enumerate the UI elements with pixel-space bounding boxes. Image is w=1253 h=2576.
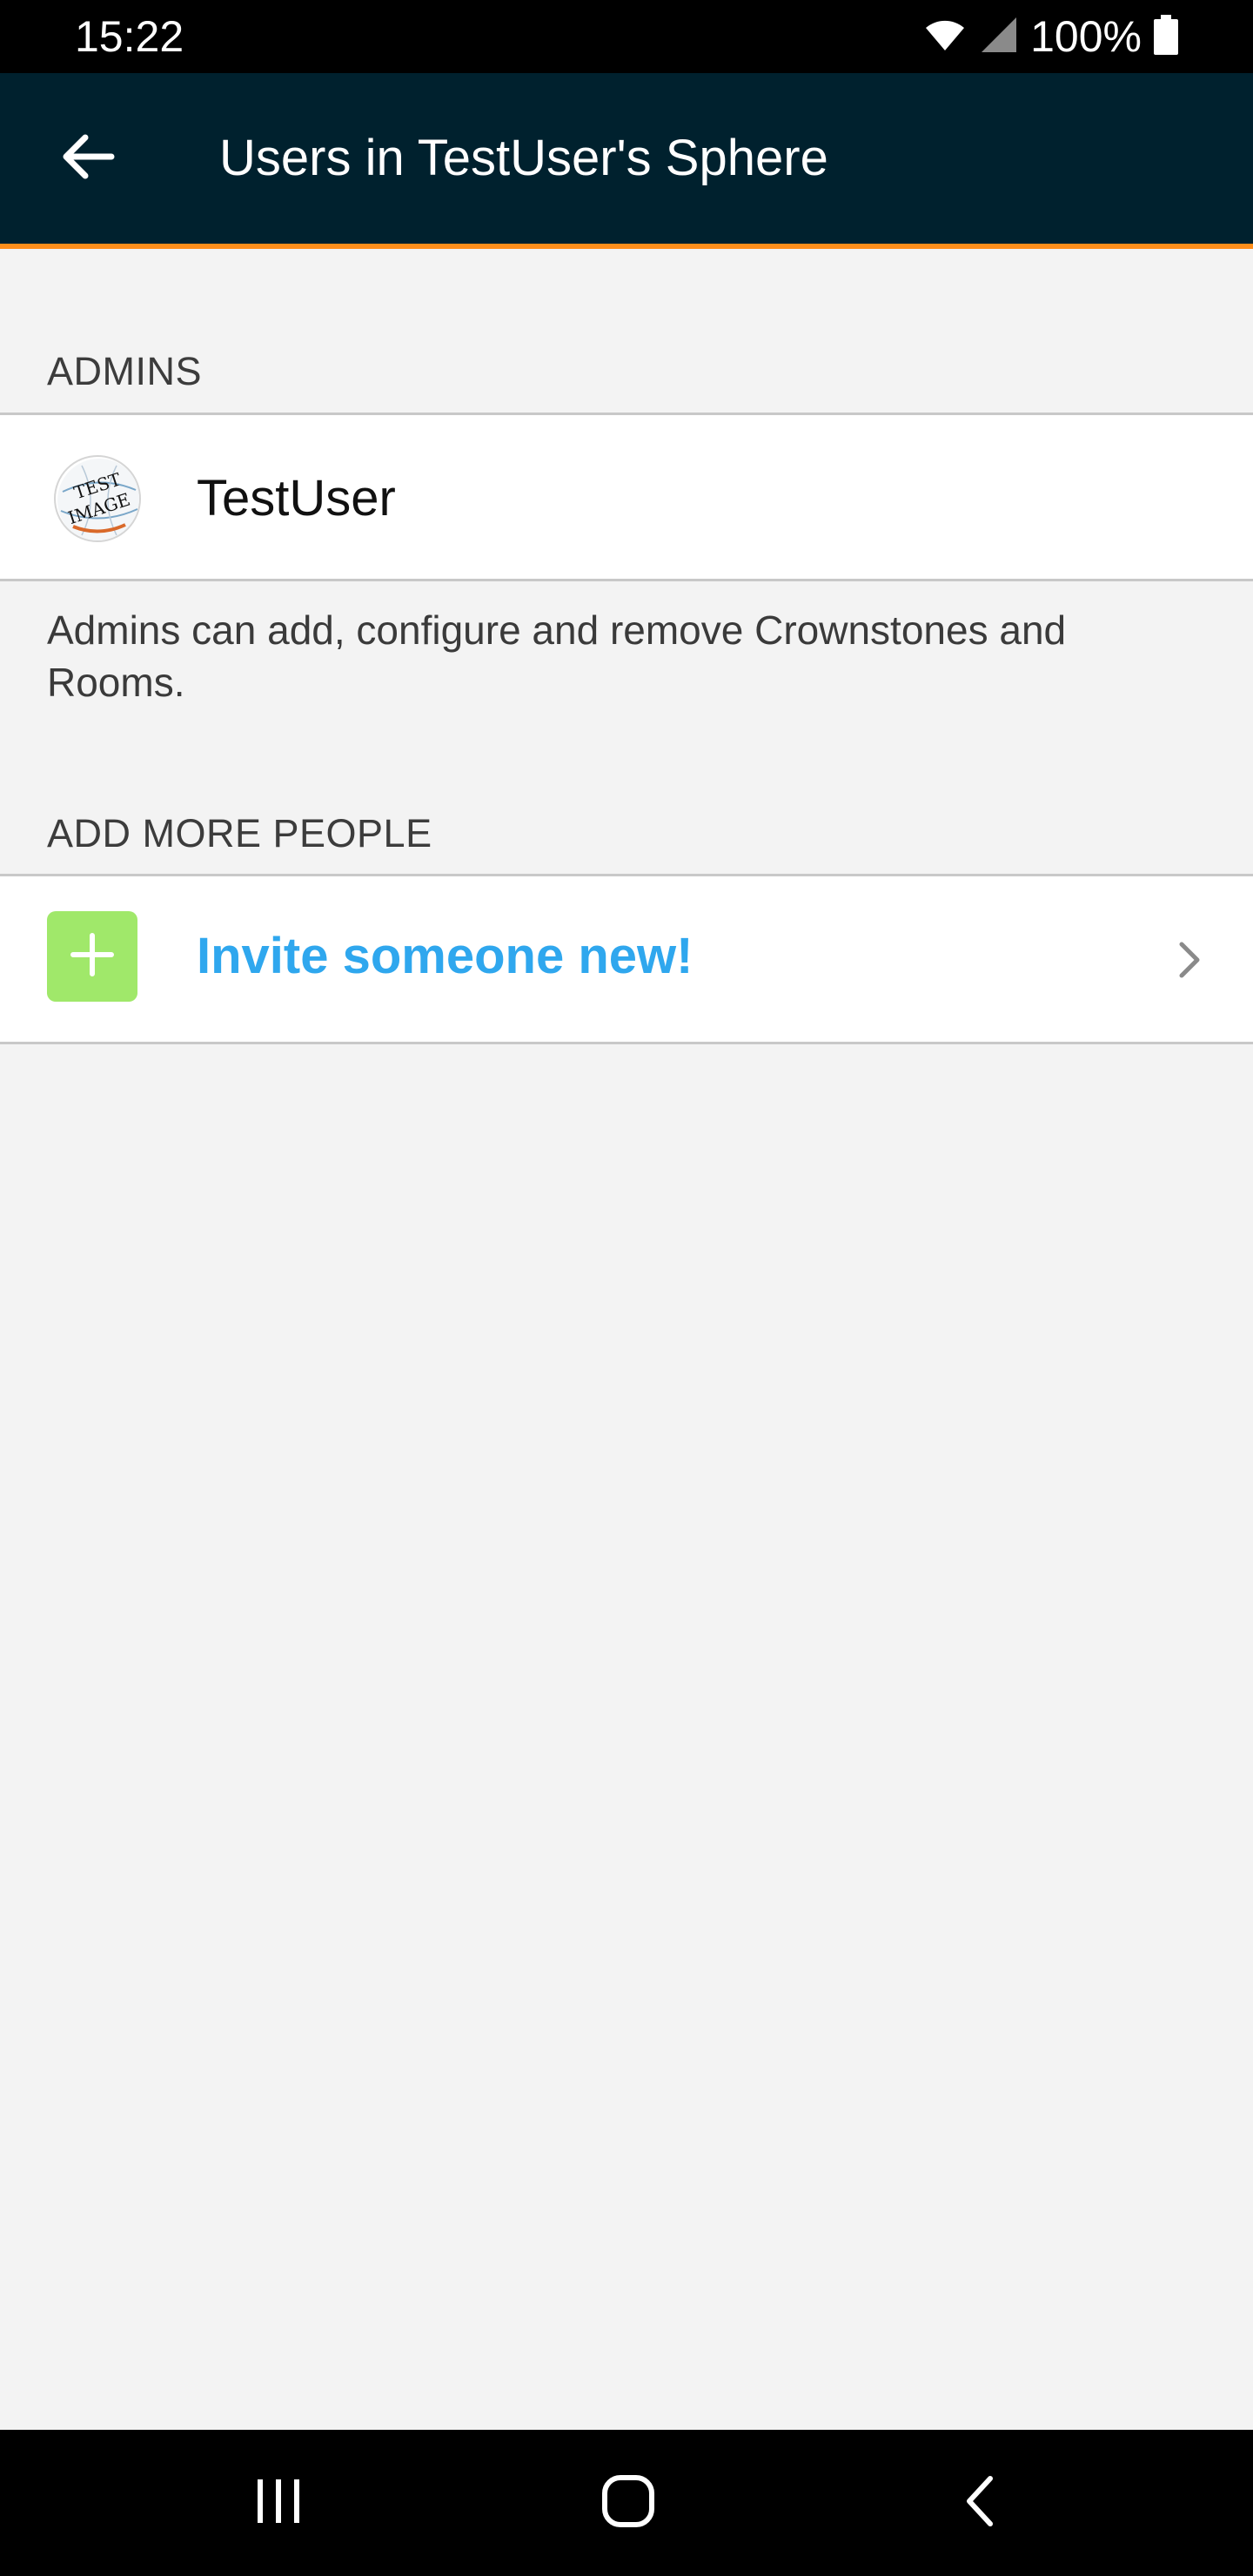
back-button[interactable] <box>45 113 129 204</box>
battery-icon <box>1154 14 1178 59</box>
home-icon <box>601 2474 655 2532</box>
add-people-section-header: ADD MORE PEOPLE <box>47 811 432 855</box>
system-back-button[interactable] <box>919 2459 1041 2546</box>
status-icons: 100% <box>922 10 1178 63</box>
battery-percent: 100% <box>1030 12 1142 61</box>
status-bar: 15:22 100% <box>0 0 1253 73</box>
invite-row[interactable]: Invite someone new! <box>0 874 1253 1044</box>
chevron-right-icon <box>1168 934 1211 986</box>
home-button[interactable] <box>567 2459 689 2546</box>
user-row-testuser[interactable]: TEST IMAGE TestUser <box>0 413 1253 581</box>
admins-section-header: ADMINS <box>47 349 203 393</box>
avatar: TEST IMAGE <box>54 455 141 542</box>
arrow-left-icon <box>59 132 115 185</box>
screen: 15:22 100% Users in TestUser's Sphere AD… <box>0 0 1253 2576</box>
recent-apps-icon <box>252 2478 305 2529</box>
page-title: Users in TestUser's Sphere <box>219 130 828 186</box>
app-bar-accent-line <box>0 244 1253 249</box>
system-nav-bar <box>0 2430 1253 2576</box>
admins-description: Admins can add, configure and remove Cro… <box>47 607 1067 705</box>
status-time: 15:22 <box>75 12 184 61</box>
invite-someone-new-button[interactable]: Invite someone new! <box>197 925 693 988</box>
wifi-icon <box>922 16 968 58</box>
plus-icon <box>70 932 115 982</box>
plus-tile <box>47 911 137 1002</box>
user-name: TestUser <box>197 470 396 527</box>
recent-apps-button[interactable] <box>218 2459 339 2546</box>
cell-signal-icon <box>980 16 1018 58</box>
back-icon <box>962 2475 997 2532</box>
